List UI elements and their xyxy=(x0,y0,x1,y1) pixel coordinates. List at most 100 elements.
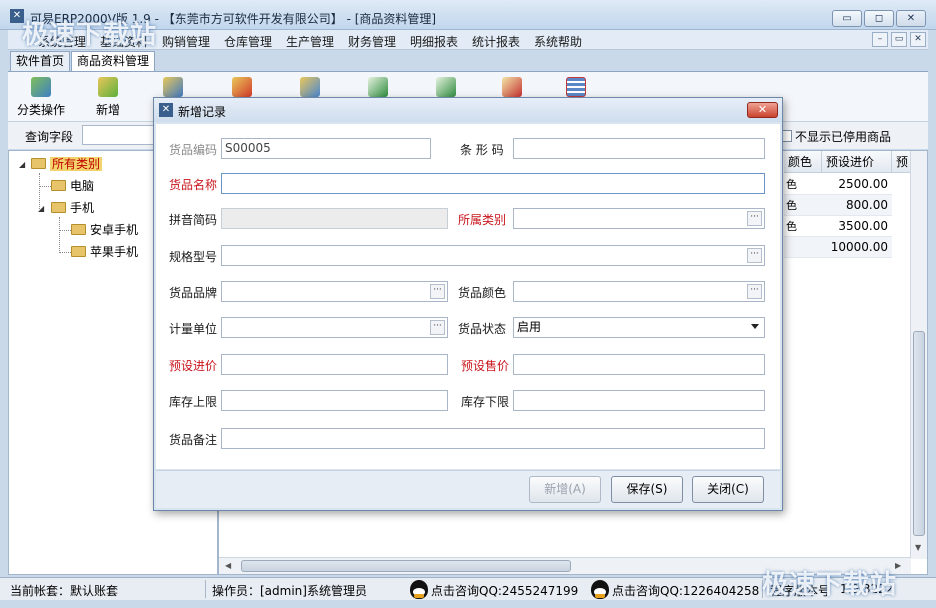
status-label: 货品状态 xyxy=(458,322,507,336)
add-button[interactable]: 新增(A) xyxy=(529,476,601,503)
vertical-scroll-thumb[interactable] xyxy=(913,331,925,536)
buy-price-label: 预设进价 xyxy=(169,359,218,373)
menu-finance[interactable]: 财务管理 xyxy=(348,33,396,50)
menu-detail-report[interactable]: 明细报表 xyxy=(410,33,458,50)
name-label: 货品名称 xyxy=(169,178,218,192)
add-icon xyxy=(98,77,118,97)
chevron-down-icon[interactable] xyxy=(751,324,759,329)
menu-purchase-sales[interactable]: 购销管理 xyxy=(162,33,210,50)
stock-max-field[interactable] xyxy=(221,390,448,411)
buy-price-field[interactable] xyxy=(221,354,448,375)
dialog-footer: 新增(A) 保存(S) 关闭(C) xyxy=(156,470,780,508)
unit-field[interactable]: ··· xyxy=(221,317,448,338)
tab-product-management[interactable]: 商品资料管理 xyxy=(71,51,156,72)
table-row-color: 色 xyxy=(784,174,822,195)
category-tree-icon xyxy=(31,77,51,97)
qq-icon xyxy=(591,580,609,599)
menu-warehouse[interactable]: 仓库管理 xyxy=(224,33,272,50)
mdi-restore-button[interactable]: ▭ xyxy=(891,32,907,47)
stock-min-field[interactable] xyxy=(513,390,765,411)
category-label: 所属类别 xyxy=(458,213,507,227)
save-button[interactable]: 保存(S) xyxy=(611,476,683,503)
tree-node-all[interactable]: 所有类别 xyxy=(31,155,103,173)
vertical-scrollbar[interactable]: ▼ xyxy=(910,151,927,559)
column-header-color[interactable]: 颜色 xyxy=(784,151,822,173)
spec-field[interactable]: ··· xyxy=(221,245,765,266)
color-picker-button[interactable]: ··· xyxy=(747,284,762,299)
table-row-price[interactable]: 3500.00 xyxy=(822,216,892,237)
table-row-color: 色 xyxy=(784,195,822,216)
tree-node-phone[interactable]: 手机 xyxy=(51,199,94,217)
new-record-dialog: ✕ 新增记录 ✕ 货品编码 S00005 条 形 码 货品名称 拼音简码 所属类… xyxy=(153,97,783,511)
pinyin-field[interactable] xyxy=(221,208,448,229)
collapse-icon[interactable]: ◢ xyxy=(38,204,44,213)
table-row-price[interactable]: 800.00 xyxy=(822,195,892,216)
mdi-close-button[interactable]: ✕ xyxy=(910,32,926,47)
menu-help[interactable]: 系统帮助 xyxy=(534,33,582,50)
brand-label: 货品品牌 xyxy=(169,286,218,300)
tree-node-iphone[interactable]: 苹果手机 xyxy=(71,243,138,261)
category-ops-button[interactable]: 分类操作 xyxy=(17,77,65,118)
query-field-label: 查询字段 xyxy=(25,130,74,144)
collapse-icon[interactable]: ◢ xyxy=(19,160,25,169)
query-field-input[interactable] xyxy=(82,125,157,145)
hide-disabled-label: 不显示已停用商品 xyxy=(795,130,892,144)
scroll-down-icon[interactable]: ▼ xyxy=(915,543,921,552)
color-label: 货品颜色 xyxy=(458,286,507,300)
qq-icon xyxy=(410,580,428,599)
watermark-top-left: 极速下载站 xyxy=(22,20,158,50)
column-header-next[interactable]: 预 xyxy=(892,151,911,173)
menu-stat-report[interactable]: 统计报表 xyxy=(472,33,520,50)
unit-picker-button[interactable]: ··· xyxy=(430,320,445,335)
brand-field[interactable]: ··· xyxy=(221,281,448,302)
name-field[interactable] xyxy=(221,173,765,194)
spec-label: 规格型号 xyxy=(169,250,218,264)
dialog-form: 货品编码 S00005 条 形 码 货品名称 拼音简码 所属类别 ··· 规格型… xyxy=(156,124,780,469)
table-row-color xyxy=(784,237,822,258)
new-button[interactable]: 新增 xyxy=(96,77,120,118)
folder-icon xyxy=(71,246,86,257)
folder-icon xyxy=(51,180,66,191)
code-field[interactable]: S00005 xyxy=(221,138,431,159)
dialog-titlebar: ✕ 新增记录 ✕ xyxy=(154,98,782,122)
category-picker-button[interactable]: ··· xyxy=(747,211,762,226)
mdi-minimize-button[interactable]: – xyxy=(872,32,888,47)
folder-icon xyxy=(71,224,86,235)
qq-consult-link-1[interactable]: 点击咨询QQ:2455247199 xyxy=(431,582,578,599)
edit-icon xyxy=(163,77,183,97)
barcode-field[interactable] xyxy=(513,138,765,159)
brand-picker-button[interactable]: ··· xyxy=(430,284,445,299)
excel-export-icon xyxy=(436,77,456,97)
column-header-buy-price[interactable]: 预设进价 xyxy=(822,151,892,173)
close-button[interactable]: ✕ xyxy=(896,10,926,27)
spec-picker-button[interactable]: ··· xyxy=(747,248,762,263)
dialog-close-button[interactable]: ✕ xyxy=(747,102,778,118)
color-field[interactable]: ··· xyxy=(513,281,765,302)
category-field[interactable]: ··· xyxy=(513,208,765,229)
maximize-button[interactable]: ◻ xyxy=(864,10,894,27)
tree-node-android[interactable]: 安卓手机 xyxy=(71,221,138,239)
table-row-price[interactable]: 2500.00 xyxy=(822,174,892,195)
print-icon xyxy=(502,77,522,97)
code-label: 货品编码 xyxy=(169,143,218,157)
status-select[interactable]: 启用 xyxy=(513,317,765,338)
folder-icon xyxy=(31,158,46,169)
qq-consult-link-2[interactable]: 点击咨询QQ:1226404258 xyxy=(612,582,759,599)
sell-price-label: 预设售价 xyxy=(461,359,510,373)
barcode-label: 条 形 码 xyxy=(460,143,504,157)
table-row-price[interactable]: 10000.00 xyxy=(822,237,892,258)
scroll-left-icon[interactable]: ◀ xyxy=(225,561,231,570)
remark-field[interactable] xyxy=(221,428,765,449)
pinyin-label: 拼音简码 xyxy=(169,213,218,227)
menu-production[interactable]: 生产管理 xyxy=(286,33,334,50)
tree-node-computer[interactable]: 电脑 xyxy=(51,177,94,195)
remark-label: 货品备注 xyxy=(169,433,218,447)
delete-icon xyxy=(232,77,252,97)
close-dialog-button[interactable]: 关闭(C) xyxy=(692,476,764,503)
minimize-button[interactable]: ▭ xyxy=(832,10,862,27)
sell-price-field[interactable] xyxy=(513,354,765,375)
horizontal-scroll-thumb[interactable] xyxy=(241,560,571,572)
table-row-color: 色 xyxy=(784,216,822,237)
tab-home[interactable]: 软件首页 xyxy=(10,51,71,71)
unit-label: 计量单位 xyxy=(169,322,218,336)
